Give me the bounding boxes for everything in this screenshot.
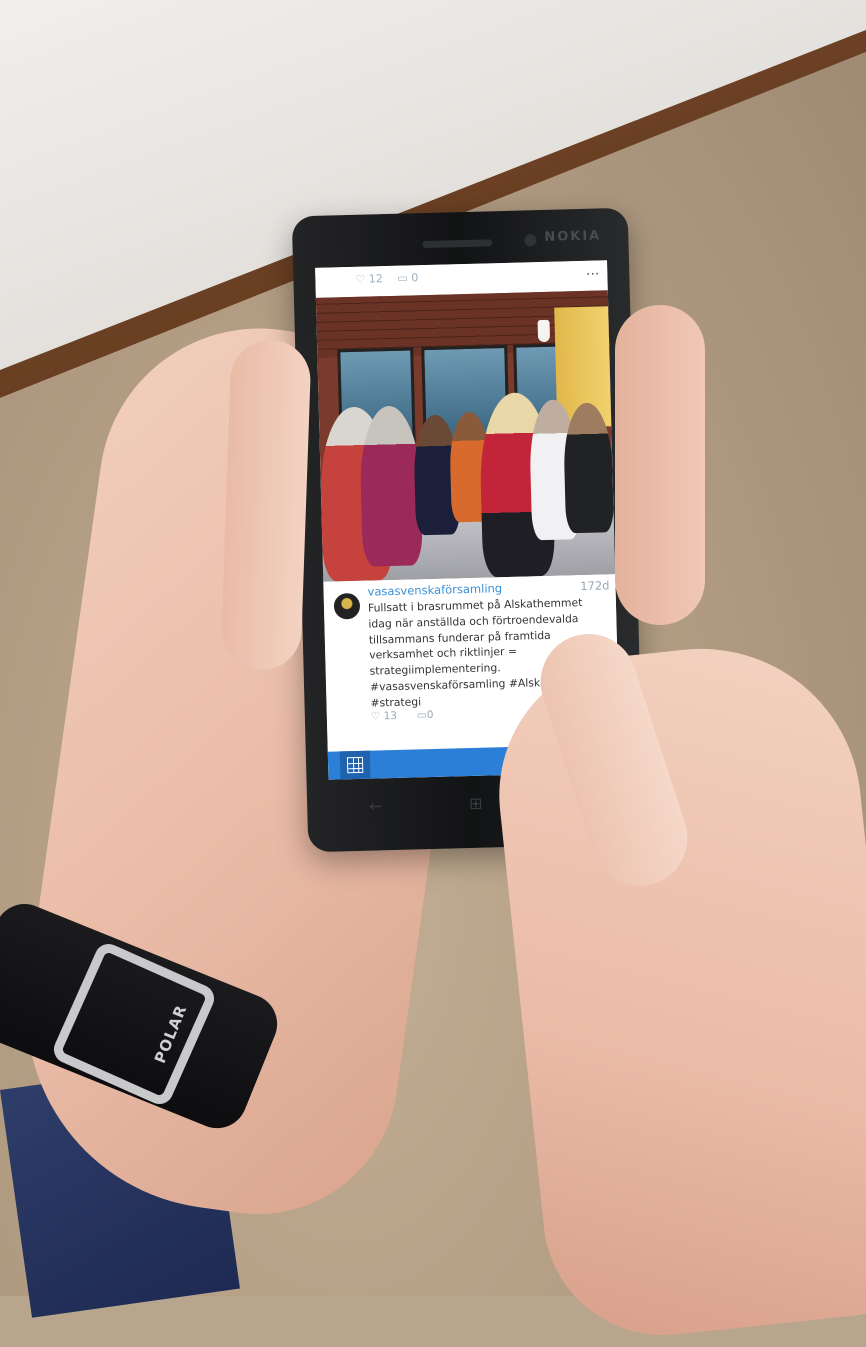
left-fingers [615,305,705,625]
post-more-button[interactable]: ... [586,262,600,278]
previous-comment-count: 0 [411,271,419,285]
comment-icon: ▭ [416,709,427,722]
earpiece-speaker [422,239,493,249]
post-username[interactable]: vasasvenskaförsamling [367,581,502,599]
like-count: 13 [383,709,398,723]
like-button[interactable]: ♡ 13 [371,710,397,723]
windows-icon[interactable]: ⊞ [469,794,483,813]
heart-icon: ♡ [370,710,381,723]
comment-icon: ▭ [397,271,408,285]
left-thumb [220,338,312,672]
phone-brand: NOKIA [544,228,602,245]
grid-button[interactable] [339,750,371,780]
back-icon[interactable]: ← [369,796,383,815]
comment-count: 0 [426,708,434,722]
front-camera [524,234,537,247]
pendant-lamp [537,319,551,343]
comment-button[interactable]: ▭0 [417,709,434,721]
avatar[interactable] [333,592,361,620]
post-photo[interactable] [315,290,616,582]
grid-icon [346,756,364,774]
post-age: 172d [580,578,610,594]
heart-icon: ♡ [355,272,366,286]
previous-like-count: 12 [368,272,383,286]
